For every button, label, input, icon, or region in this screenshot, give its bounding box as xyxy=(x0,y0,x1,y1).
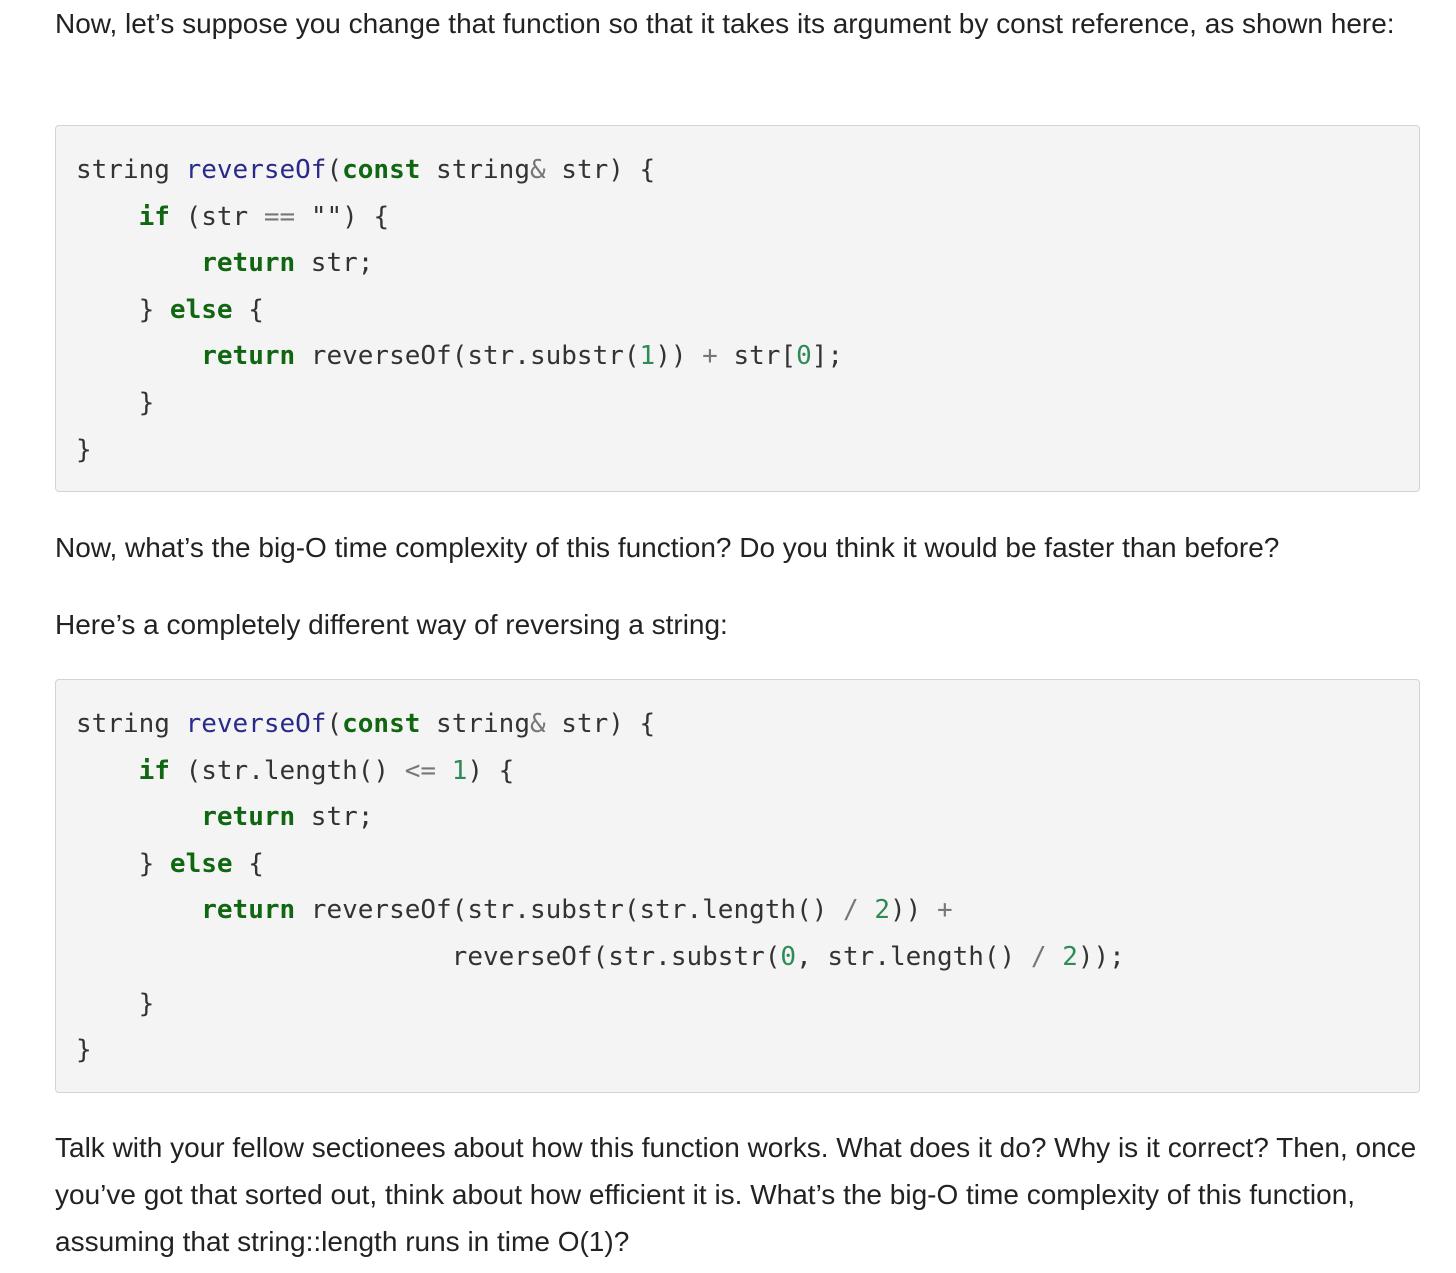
different-way-paragraph: Here’s a completely different way of rev… xyxy=(55,609,728,640)
code-token: ]; xyxy=(811,341,844,372)
code-token: & xyxy=(529,709,546,739)
code-token: / xyxy=(1030,941,1047,972)
code-token: (str.length() xyxy=(169,755,405,786)
code-token: + xyxy=(936,895,953,926)
code-block-1-line: } xyxy=(76,427,843,474)
code-block-1-line: } else { xyxy=(76,287,843,334)
code-block-2-line: if (str.length() <= 1) { xyxy=(76,748,1125,795)
code-token: 2 xyxy=(1062,941,1078,972)
code-block-2-line: } xyxy=(76,981,1125,1028)
code-token: + xyxy=(702,341,718,372)
code-token: "") { xyxy=(295,201,390,232)
code-token: 1 xyxy=(451,755,468,786)
code-token: 2 xyxy=(874,895,890,926)
code-token: reverseOf xyxy=(185,709,327,739)
code-block-1-line: return str; xyxy=(76,240,843,287)
code-token: if xyxy=(138,201,170,232)
code-token: reverseOf(str.substr(str.length() xyxy=(295,895,844,926)
code-token: } xyxy=(76,988,155,1019)
code-token: { xyxy=(232,294,264,325)
code-token: ( xyxy=(326,709,343,739)
code-token: 0 xyxy=(796,341,812,372)
code-token: string xyxy=(76,709,186,739)
code-token: return xyxy=(201,802,296,833)
code-token: str; xyxy=(295,248,374,279)
code-token: } xyxy=(76,848,170,879)
code-token: )) xyxy=(890,895,937,926)
code-token: )) xyxy=(655,341,703,372)
code-token: if xyxy=(138,755,170,786)
bigo-question-paragraph: Now, what’s the big-O time complexity of… xyxy=(55,532,1280,563)
code-token: ( xyxy=(326,155,343,185)
code-token: str; xyxy=(295,802,374,833)
code-token: const xyxy=(342,709,421,739)
code-token: return xyxy=(201,341,296,372)
code-block-2-line: } xyxy=(76,1027,1125,1074)
code-token: ) { xyxy=(467,755,515,786)
code-token: else xyxy=(169,848,233,879)
code-token: <= xyxy=(404,755,437,786)
code-token: str) { xyxy=(545,709,656,739)
code-block-1-line: string reverseOf(const string& str) { xyxy=(76,147,843,194)
code-listing-1: string reverseOf(const string& str) { if… xyxy=(76,147,843,473)
discussion-paragraph: Talk with your fellow sectionees about h… xyxy=(55,1132,1417,1257)
code-token: const xyxy=(342,155,421,185)
code-token: str[ xyxy=(717,341,797,372)
code-token: str) { xyxy=(545,155,656,185)
code-token: reverseOf xyxy=(185,155,327,185)
code-token: } xyxy=(76,294,170,325)
code-block-const-ref: string reverseOf(const string& str) { if… xyxy=(55,125,1420,492)
code-token: )); xyxy=(1077,941,1125,972)
code-token: reverseOf(str.substr( xyxy=(326,941,781,972)
code-block-1-line: if (str == "") { xyxy=(76,194,843,241)
code-token: == xyxy=(263,201,296,232)
code-token: 0 xyxy=(780,941,797,972)
code-token: / xyxy=(843,895,859,926)
code-block-2-line: return str; xyxy=(76,794,1125,841)
code-token: return xyxy=(201,895,296,926)
code-token: } xyxy=(76,434,92,465)
code-block-2-line: string reverseOf(const string& str) { xyxy=(76,701,1125,748)
code-token: else xyxy=(169,294,233,325)
code-token: { xyxy=(232,848,264,879)
code-token: & xyxy=(529,155,546,185)
code-block-2-line: reverseOf(str.substr(0, str.length() / 2… xyxy=(76,934,1125,981)
code-block-divide-conquer: string reverseOf(const string& str) { if… xyxy=(55,679,1420,1093)
code-token: return xyxy=(201,248,296,279)
code-token: , str.length() xyxy=(796,941,1031,972)
code-listing-2: string reverseOf(const string& str) { if… xyxy=(76,701,1125,1074)
code-token: string xyxy=(420,155,530,185)
code-block-2-line: return reverseOf(str.substr(str.length()… xyxy=(76,887,1125,934)
intro-paragraph: Now, let’s suppose you change that funct… xyxy=(55,8,1395,39)
code-block-1-line: return reverseOf(str.substr(1)) + str[0]… xyxy=(76,333,843,380)
code-block-1-line: } xyxy=(76,380,843,427)
code-token: (str xyxy=(169,201,264,232)
code-token: } xyxy=(76,1035,92,1066)
code-block-2-line: } else { xyxy=(76,841,1125,888)
code-token: 1 xyxy=(639,341,656,372)
code-token: string xyxy=(420,709,530,739)
code-token: string xyxy=(76,155,186,185)
code-token: reverseOf(str.substr( xyxy=(295,341,640,372)
code-token: } xyxy=(76,387,155,418)
